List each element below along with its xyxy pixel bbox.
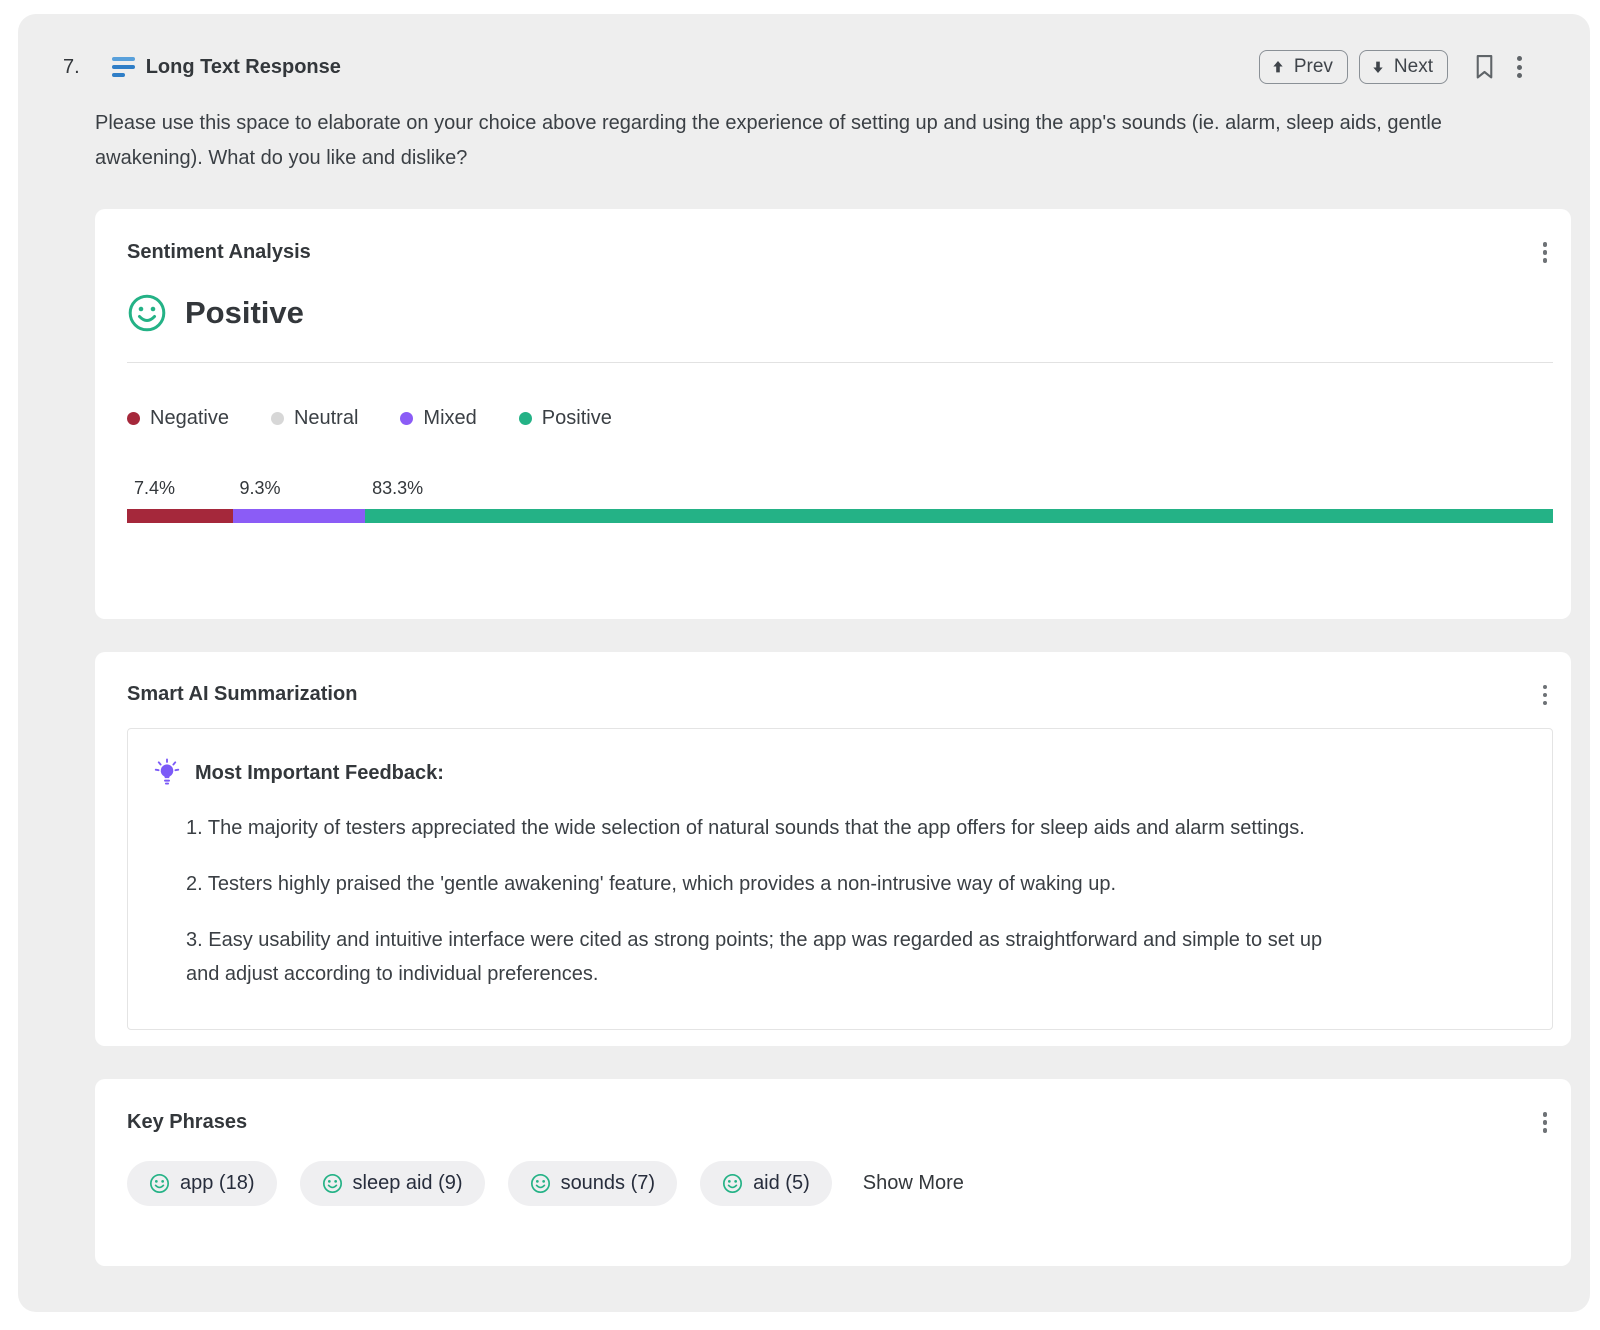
bar-value-label-negative: 7.4% <box>134 478 175 499</box>
bar-value-label-positive: 83.3% <box>372 478 423 499</box>
legend-dot-positive <box>519 412 532 425</box>
ai-card-header: Smart AI Summarization <box>127 682 1553 709</box>
legend-item-mixed: Mixed <box>400 407 476 430</box>
feedback-point-3: 3. Easy usability and intuitive interfac… <box>186 923 1346 991</box>
stacked-bar <box>127 509 1553 523</box>
legend-item-positive: Positive <box>519 407 612 430</box>
next-button[interactable]: Next <box>1359 50 1448 84</box>
ai-summary-heading-row: Most Important Feedback: <box>152 757 1528 789</box>
bar-segment-negative <box>127 509 233 523</box>
overall-sentiment-label: Positive <box>185 295 304 331</box>
key-phrase-chip-label: sleep aid (9) <box>353 1172 463 1195</box>
question-header: 7. Long Text Response Prev Next <box>18 50 1590 84</box>
ai-summary-box: Most Important Feedback: 1. The majority… <box>127 728 1553 1030</box>
legend-dot-mixed <box>400 412 413 425</box>
question-text: Please use this space to elaborate on yo… <box>95 106 1525 176</box>
legend-label-negative: Negative <box>150 407 229 430</box>
ai-feedback-points: 1. The majority of testers appreciated t… <box>152 811 1528 991</box>
ai-card-title: Smart AI Summarization <box>127 683 357 706</box>
feedback-point-1: 1. The majority of testers appreciated t… <box>186 811 1346 845</box>
arrow-up-icon <box>1270 59 1286 75</box>
lightbulb-icon <box>152 757 182 789</box>
key-phrases-card: Key Phrases app (18) sleep aid (9) sounds … <box>95 1079 1571 1266</box>
bookmark-icon[interactable] <box>1472 53 1497 81</box>
bar-segment-mixed <box>233 509 366 523</box>
sentiment-kebab-menu-icon[interactable] <box>1537 239 1554 266</box>
bar-labels: 7.4% 9.3% 83.3% <box>127 478 1553 500</box>
key-phrase-chip-label: app (18) <box>180 1172 255 1195</box>
chip-smiley-icon <box>322 1173 343 1194</box>
sentiment-legend: Negative Neutral Mixed Positive <box>127 407 1553 430</box>
ai-kebab-menu-icon[interactable] <box>1537 682 1554 709</box>
prev-button[interactable]: Prev <box>1259 50 1348 84</box>
legend-label-neutral: Neutral <box>294 407 358 430</box>
key-phrase-chips: app (18) sleep aid (9) sounds (7) aid (5) Sh… <box>127 1161 1553 1266</box>
smiley-icon <box>127 293 167 333</box>
key-phrase-chip-3[interactable]: sounds (7) <box>508 1161 678 1206</box>
arrow-down-icon <box>1370 59 1386 75</box>
question-number: 7. <box>63 56 80 79</box>
long-text-icon <box>112 57 135 77</box>
chip-smiley-icon <box>722 1173 743 1194</box>
question-analysis-panel: 7. Long Text Response Prev Next Please u… <box>18 14 1590 1312</box>
key-phrases-kebab-menu-icon[interactable] <box>1537 1109 1554 1136</box>
key-phrase-chip-label: sounds (7) <box>561 1172 656 1195</box>
header-kebab-menu-icon[interactable] <box>1511 53 1528 81</box>
key-phrase-chip-label: aid (5) <box>753 1172 810 1195</box>
show-more-link[interactable]: Show More <box>863 1172 964 1195</box>
legend-label-positive: Positive <box>542 407 612 430</box>
key-phrase-chip-2[interactable]: sleep aid (9) <box>300 1161 485 1206</box>
sentiment-card-title: Sentiment Analysis <box>127 241 311 264</box>
chip-smiley-icon <box>530 1173 551 1194</box>
overall-sentiment: Positive <box>127 293 1553 333</box>
key-phrases-title: Key Phrases <box>127 1111 247 1134</box>
legend-dot-negative <box>127 412 140 425</box>
key-phrase-chip-1[interactable]: app (18) <box>127 1161 277 1206</box>
key-phrases-header: Key Phrases <box>127 1109 1553 1136</box>
prev-button-label: Prev <box>1294 56 1333 78</box>
sentiment-bar-chart: 7.4% 9.3% 83.3% <box>127 478 1553 619</box>
ai-summary-heading: Most Important Feedback: <box>195 762 444 785</box>
legend-item-negative: Negative <box>127 407 229 430</box>
bar-value-label-mixed: 9.3% <box>240 478 281 499</box>
chip-smiley-icon <box>149 1173 170 1194</box>
legend-label-mixed: Mixed <box>423 407 476 430</box>
sentiment-analysis-card: Sentiment Analysis Positive Negative Neut… <box>95 209 1571 619</box>
key-phrase-chip-4[interactable]: aid (5) <box>700 1161 832 1206</box>
question-title-group: 7. Long Text Response <box>63 56 341 79</box>
next-button-label: Next <box>1394 56 1433 78</box>
ai-summarization-card: Smart AI Summarization Most Im <box>95 652 1571 1047</box>
legend-item-neutral: Neutral <box>271 407 358 430</box>
header-actions: Prev Next <box>1248 50 1528 84</box>
question-type-title: Long Text Response <box>146 56 341 79</box>
bar-segment-positive <box>365 509 1553 523</box>
sentiment-card-header: Sentiment Analysis <box>127 239 1553 266</box>
feedback-point-2: 2. Testers highly praised the 'gentle aw… <box>186 867 1346 901</box>
legend-dot-neutral <box>271 412 284 425</box>
divider <box>127 362 1553 363</box>
